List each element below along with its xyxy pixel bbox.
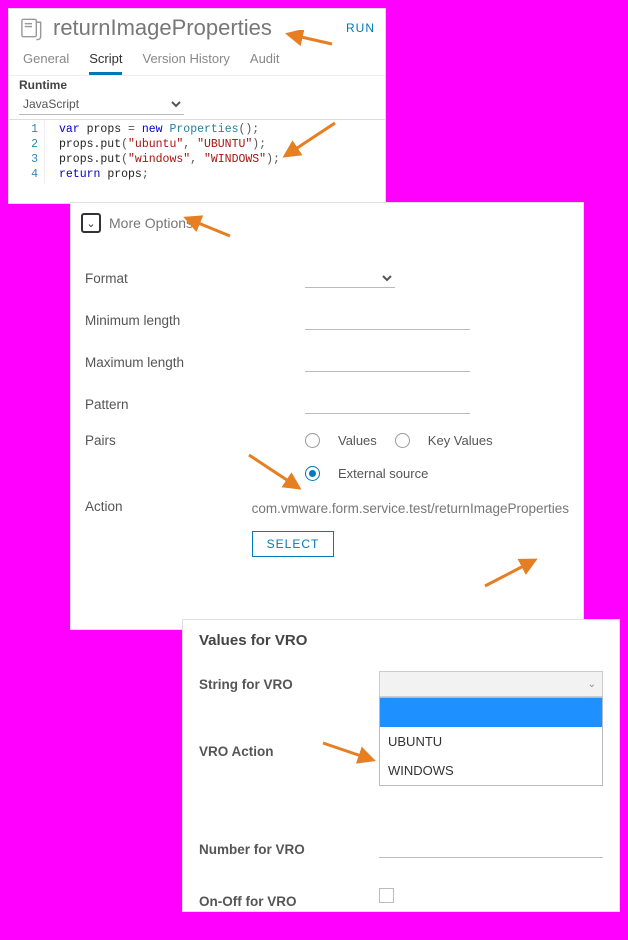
minlen-input[interactable] — [305, 310, 470, 330]
action-title: returnImageProperties — [53, 15, 338, 41]
string-for-vro-label: String for VRO — [199, 671, 379, 692]
onoff-for-vro-label: On-Off for VRO — [199, 888, 379, 909]
chevron-down-icon: ⌄ — [588, 679, 596, 690]
tab-audit[interactable]: Audit — [250, 45, 280, 75]
string-for-vro-select[interactable]: ⌄ — [379, 671, 603, 697]
string-for-vro-dropdown: UBUNTU WINDOWS — [379, 697, 603, 786]
code-source: var props = new Properties(); props.put(… — [45, 120, 280, 184]
tab-version-history[interactable]: Version History — [142, 45, 229, 75]
pattern-input[interactable] — [305, 394, 470, 414]
runtime-row: Runtime JavaScript — [9, 76, 385, 115]
vro-action-label: VRO Action — [199, 738, 379, 759]
action-value: com.vmware.form.service.test/returnImage… — [252, 499, 569, 519]
more-options-label: More Options — [109, 215, 193, 231]
onoff-checkbox[interactable] — [379, 888, 394, 903]
tab-general[interactable]: General — [23, 45, 69, 75]
maxlen-input[interactable] — [305, 352, 470, 372]
script-icon — [19, 15, 45, 41]
number-for-vro-label: Number for VRO — [199, 836, 379, 857]
tabs: General Script Version History Audit — [9, 45, 385, 76]
action-label: Action — [85, 499, 252, 514]
radio-values[interactable] — [305, 433, 320, 448]
select-button[interactable]: SELECT — [252, 531, 335, 557]
dropdown-option-ubuntu[interactable]: UBUNTU — [380, 727, 602, 756]
chevron-down-icon[interactable]: ⌄ — [81, 213, 101, 233]
dropdown-option-windows[interactable]: WINDOWS — [380, 756, 602, 785]
options-form: Format Minimum length Maximum length Pat… — [85, 257, 569, 557]
script-action-panel: returnImageProperties RUN General Script… — [8, 8, 386, 204]
number-for-vro-input[interactable] — [379, 836, 603, 858]
code-editor[interactable]: 1 2 3 4 var props = new Properties(); pr… — [9, 119, 385, 184]
code-gutter: 1 2 3 4 — [9, 120, 45, 184]
radio-external-source[interactable] — [305, 466, 320, 481]
panel1-header: returnImageProperties RUN — [9, 9, 385, 45]
pattern-label: Pattern — [85, 397, 305, 412]
more-options-panel: ⌄ More Options Format Minimum length Max… — [70, 202, 584, 630]
radio-key-values[interactable] — [395, 433, 410, 448]
pairs-label: Pairs — [85, 433, 305, 448]
maxlen-label: Maximum length — [85, 355, 305, 370]
tab-script[interactable]: Script — [89, 45, 122, 75]
format-select[interactable] — [305, 268, 395, 288]
more-options-toggle[interactable]: ⌄ More Options — [81, 213, 193, 233]
run-button[interactable]: RUN — [346, 21, 375, 35]
minlen-label: Minimum length — [85, 313, 305, 328]
panel3-title: Values for VRO — [199, 632, 603, 649]
format-label: Format — [85, 271, 305, 286]
dropdown-option-highlight[interactable] — [380, 698, 602, 727]
values-for-vro-panel: Values for VRO String for VRO ⌄ UBUNTU W… — [182, 619, 620, 912]
runtime-label: Runtime — [19, 78, 375, 92]
runtime-select[interactable]: JavaScript — [19, 94, 184, 115]
